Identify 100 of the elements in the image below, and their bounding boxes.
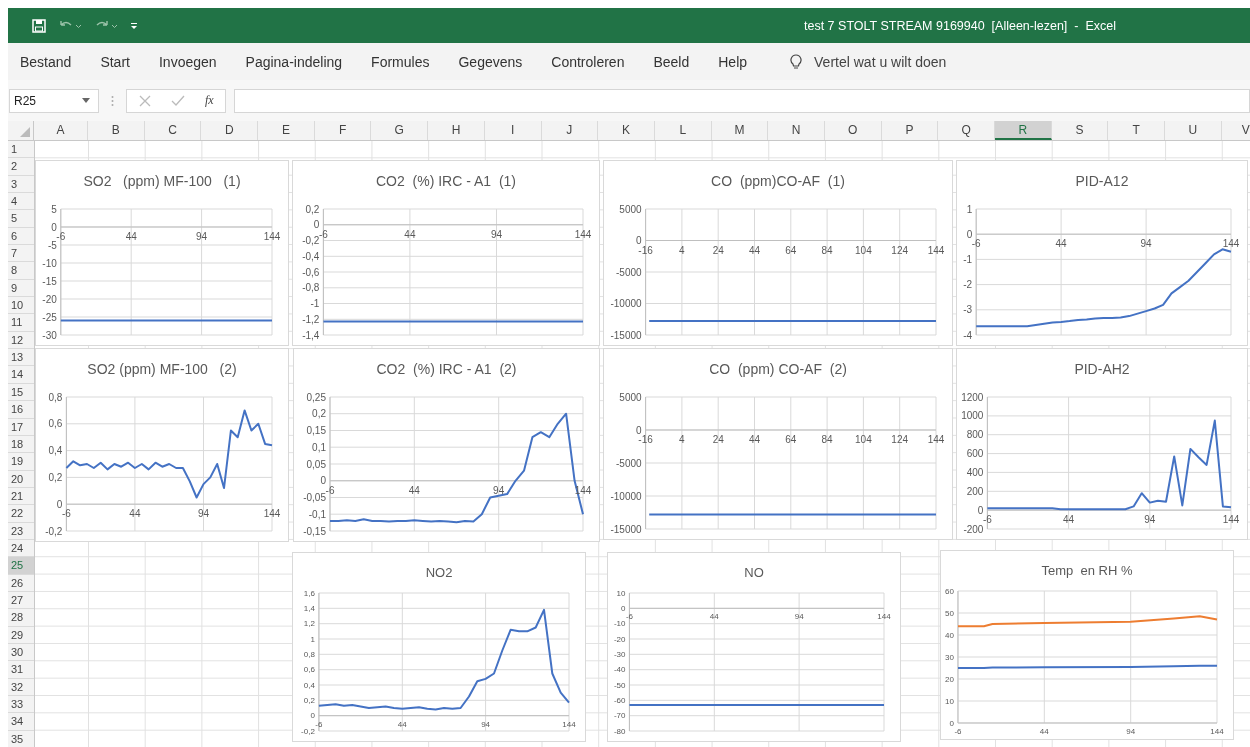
row-header[interactable]: 2 [8, 158, 34, 176]
row-header[interactable]: 8 [8, 262, 34, 280]
axis-label: 44 [408, 484, 420, 496]
row-header[interactable]: 17 [8, 418, 34, 436]
menu-tab[interactable]: Formules [371, 53, 430, 70]
row-header[interactable]: 3 [8, 175, 34, 194]
axis-label: -70 [613, 711, 626, 721]
row-header[interactable]: 26 [8, 574, 34, 592]
axis-label: 44 [1063, 514, 1075, 526]
row-header[interactable]: 35 [8, 730, 34, 747]
save-icon[interactable] [32, 18, 46, 33]
column-header[interactable]: U [1165, 121, 1222, 140]
axis-label: -40 [613, 665, 626, 675]
row-header[interactable]: 16 [8, 401, 34, 419]
row-header[interactable]: 23 [8, 522, 34, 540]
row-header[interactable]: 20 [8, 470, 34, 488]
row-header[interactable]: 21 [8, 487, 34, 506]
axis-label: 94 [1126, 727, 1136, 736]
column-header[interactable]: C [144, 121, 202, 140]
row-header[interactable]: 28 [8, 609, 34, 627]
column-header[interactable]: S [1051, 121, 1109, 140]
axis-label: 800 [966, 429, 984, 441]
axis-label: 0 [51, 221, 57, 233]
row-header[interactable]: 25 [8, 557, 34, 575]
axis-label: 400 [966, 466, 984, 478]
column-header[interactable]: O [824, 121, 882, 140]
row-header[interactable]: 11 [8, 314, 34, 332]
row-header[interactable]: 14 [8, 366, 34, 384]
chart-title: CO (ppm)CO-AF (1) [710, 172, 846, 191]
row-header[interactable]: 34 [8, 713, 34, 731]
menu-tab[interactable]: Help [718, 53, 748, 70]
formula-field[interactable] [234, 88, 1250, 113]
column-header[interactable]: M [711, 121, 769, 140]
axis-label: -6 [61, 508, 71, 520]
column-header[interactable]: H [428, 121, 485, 140]
function-button[interactable]: fx [205, 93, 214, 108]
column-header[interactable]: V [1221, 121, 1250, 140]
row-header[interactable]: 29 [8, 626, 34, 644]
menu-tab[interactable]: Pagina-indeling [245, 53, 343, 70]
column-header[interactable]: L [654, 121, 712, 140]
axis-label: -6 [971, 238, 981, 250]
row-header[interactable]: 19 [8, 453, 34, 471]
column-header[interactable]: I [484, 121, 542, 140]
axis-label: -10 [42, 257, 57, 269]
column-header[interactable]: K [598, 121, 655, 140]
axis-label: 84 [821, 244, 833, 256]
menu-tab[interactable]: Gegevens [458, 53, 523, 70]
row-header[interactable]: 30 [8, 643, 34, 662]
row-header[interactable]: 33 [8, 696, 34, 714]
row-header[interactable]: 31 [8, 661, 34, 679]
menu-tab[interactable]: Controleren [551, 53, 625, 70]
row-header[interactable]: 6 [8, 227, 34, 246]
axis-label: -0,2 [45, 525, 63, 537]
row-header[interactable]: 12 [8, 331, 34, 350]
menu-tab[interactable]: Start [100, 53, 130, 70]
tell-me-search[interactable]: Vertel wat u wilt doen [814, 53, 947, 70]
column-header[interactable]: N [768, 121, 825, 140]
axis-label: 0 [310, 711, 315, 721]
axis-label: -5000 [616, 457, 642, 469]
row-header[interactable]: 9 [8, 279, 34, 298]
row-header[interactable]: 1 [8, 141, 34, 159]
chart-title: PID-AH2 [1073, 360, 1131, 379]
name-box[interactable]: R25 [9, 88, 99, 113]
menu-tab[interactable]: Bestand [20, 53, 72, 70]
window-title: test 7 STOLT STREAM 9169940 [Alleen-lezen] - Excel [804, 18, 1116, 33]
axis-label: 94 [794, 612, 804, 622]
row-header[interactable]: 13 [8, 349, 34, 367]
row-header[interactable]: 22 [8, 505, 34, 523]
column-header[interactable]: P [881, 121, 939, 140]
axis-label: -1 [310, 298, 320, 309]
customize-caret-icon[interactable] [130, 21, 138, 30]
axis-label: -30 [42, 329, 57, 341]
axis-label: 10 [616, 588, 626, 598]
column-header[interactable]: A [34, 121, 88, 140]
select-all-icon[interactable] [20, 127, 30, 137]
column-header[interactable]: J [541, 121, 599, 140]
column-header[interactable]: F [314, 121, 372, 140]
row-header[interactable]: 32 [8, 678, 34, 696]
column-header[interactable]: B [88, 121, 145, 140]
column-header[interactable]: E [258, 121, 315, 140]
cancel-icon[interactable] [139, 94, 151, 107]
axis-label: -6 [56, 231, 66, 242]
menu-tab[interactable]: Invoegen [158, 53, 217, 70]
check-icon[interactable] [171, 94, 185, 107]
row-header[interactable]: 27 [8, 591, 34, 610]
axis-label: 60 [945, 586, 954, 596]
column-header[interactable]: R [995, 121, 1052, 140]
row-header[interactable]: 4 [8, 193, 34, 211]
chart-title: CO2 (%) IRC - A1 (1) [375, 172, 517, 191]
row-header[interactable]: 15 [8, 383, 34, 402]
row-header[interactable]: 18 [8, 435, 34, 454]
axis-label: -6 [954, 727, 962, 736]
column-header[interactable]: T [1108, 121, 1166, 140]
column-header[interactable]: G [371, 121, 429, 140]
row-header[interactable]: 7 [8, 245, 34, 263]
row-header[interactable]: 10 [8, 297, 34, 315]
menu-tab[interactable]: Beeld [653, 53, 690, 70]
row-header[interactable]: 5 [8, 210, 34, 228]
splitter-icon[interactable] [111, 94, 114, 107]
column-header[interactable]: D [201, 121, 259, 140]
